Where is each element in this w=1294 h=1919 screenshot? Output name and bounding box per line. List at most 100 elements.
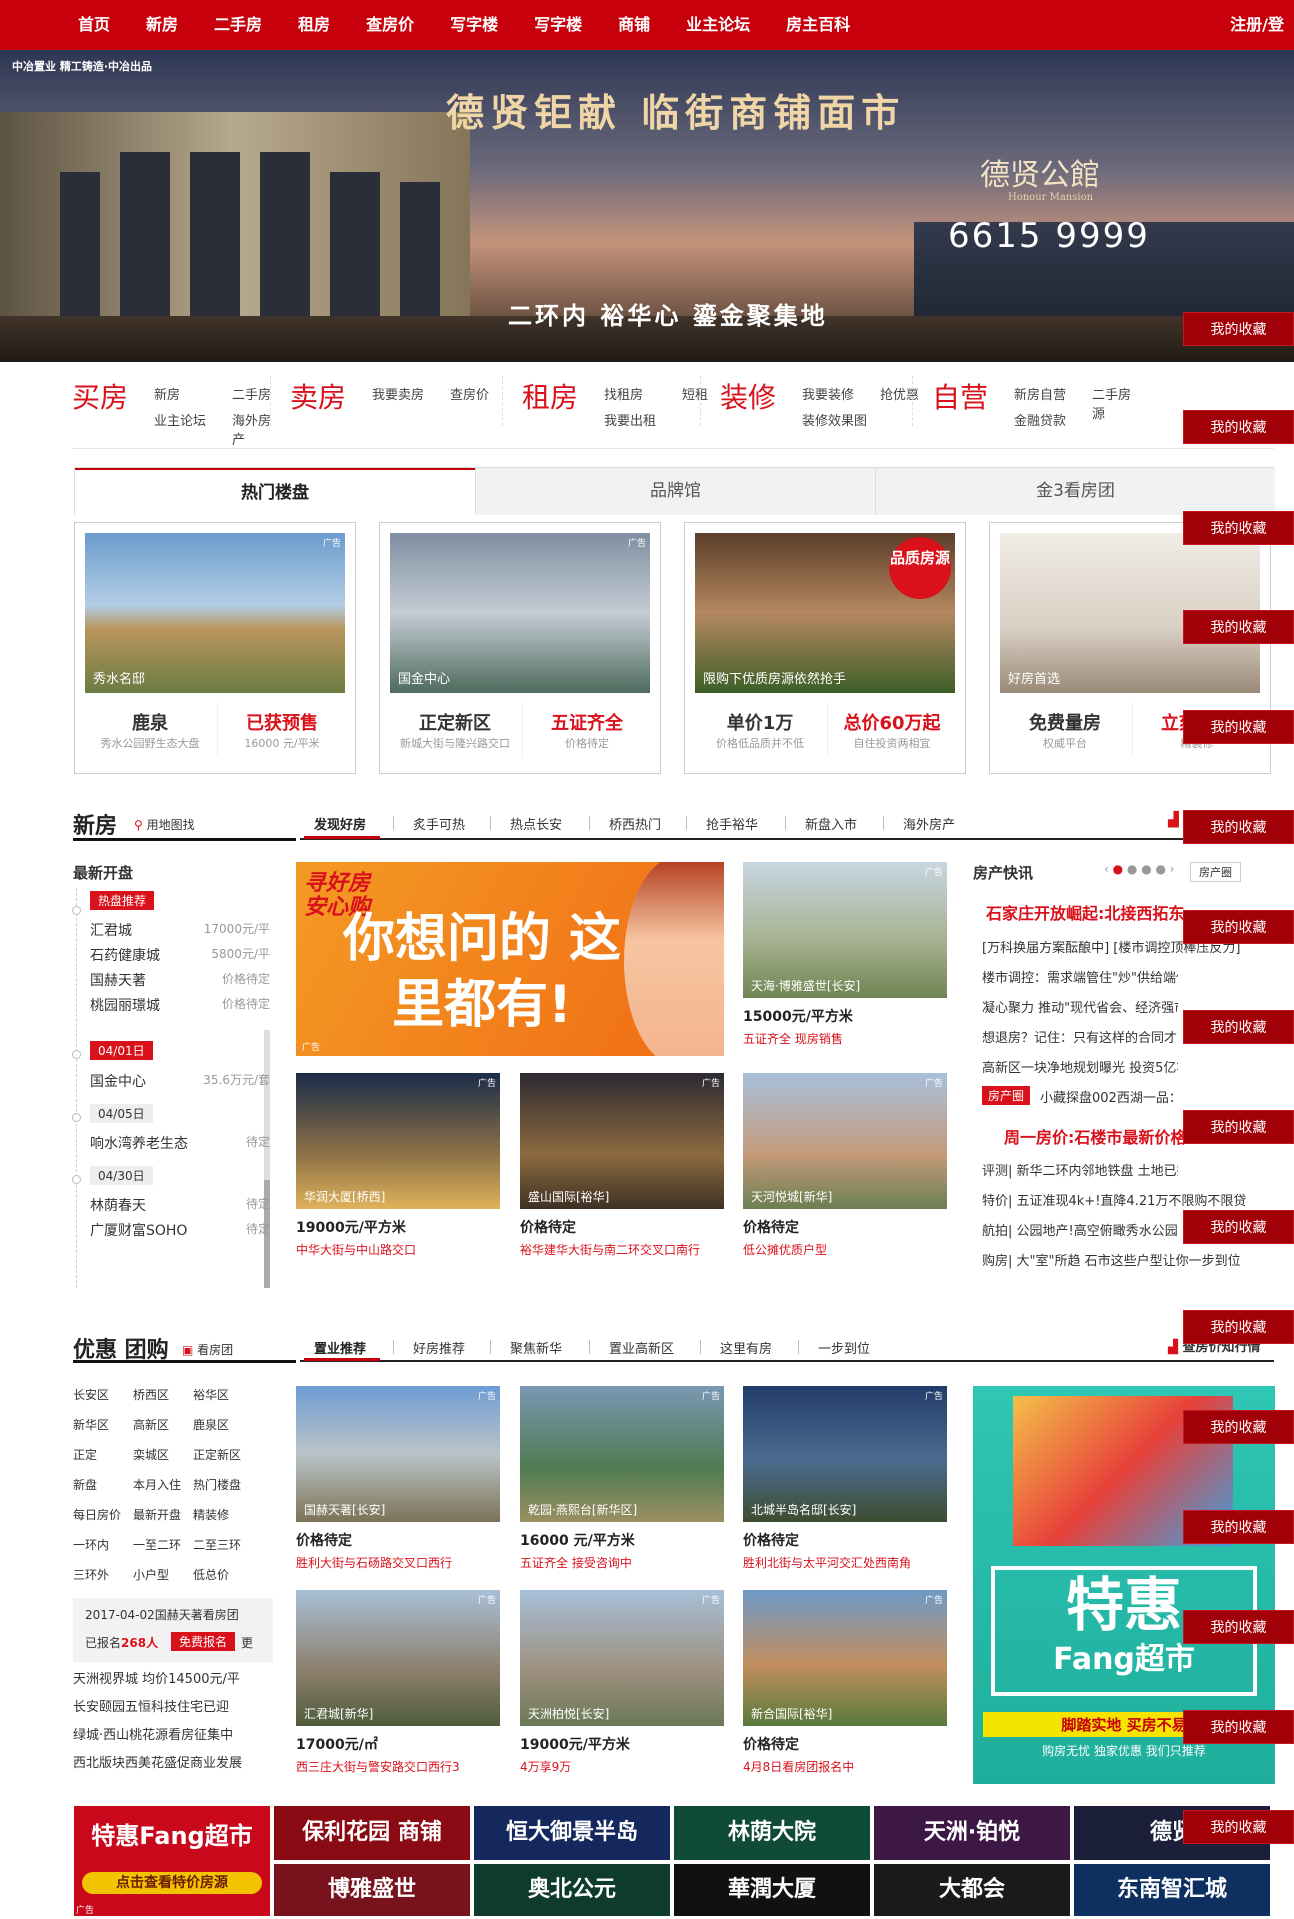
area-link[interactable]: 小户型 xyxy=(133,1566,169,1583)
category-link[interactable]: 海外房产 xyxy=(232,410,282,448)
category-link[interactable]: 我要出租 xyxy=(604,410,656,429)
property-image[interactable]: 广告 天洲柏悦[长安] xyxy=(520,1590,724,1726)
hot-card[interactable]: 广告 秀水名邸 鹿泉 秀水公园野生态大盘 已获预售 16000 元/平米 xyxy=(74,522,356,774)
list-item[interactable]: 林荫春天 待定 xyxy=(90,1195,270,1215)
my-favorites-button[interactable]: 我的收藏 xyxy=(1183,710,1294,744)
property-image[interactable]: 品质房源 限购下优质房源依然抢手 xyxy=(695,533,955,693)
category-link[interactable]: 金融贷款 xyxy=(1014,410,1066,429)
tab-deals-5[interactable]: 一步到位 xyxy=(818,1338,870,1357)
tab-tour[interactable]: 金3看房团 xyxy=(875,468,1275,515)
tour-link[interactable]: ▣ 看房团 xyxy=(182,1341,233,1358)
news-item[interactable]: 购房| 大"室"所趋 石市这些户型让你一步到位 xyxy=(982,1250,1280,1269)
my-favorites-button[interactable]: 我的收藏 xyxy=(1183,1310,1294,1344)
area-link[interactable]: 新华区 xyxy=(73,1416,109,1433)
tab-deals-4[interactable]: 这里有房 xyxy=(720,1338,772,1357)
promo-ad[interactable]: 寻好房 安心购 你想问的 这里都有! 广告 xyxy=(296,862,724,1056)
nav-item-1[interactable]: 新房 xyxy=(128,0,196,50)
category-link[interactable]: 新房自营 xyxy=(1014,384,1066,403)
my-favorites-button[interactable]: 我的收藏 xyxy=(1183,511,1294,545)
signup-button[interactable]: 免费报名 xyxy=(171,1632,236,1651)
more-link[interactable]: 更 xyxy=(241,1634,253,1651)
property-image[interactable]: 广告 汇君城[新华] xyxy=(296,1590,500,1726)
area-link[interactable]: 热门楼盘 xyxy=(193,1476,241,1493)
partner-logo[interactable]: 东南智汇城 xyxy=(1074,1864,1270,1916)
my-favorites-button[interactable]: 我的收藏 xyxy=(1183,1510,1294,1544)
nav-item-0[interactable]: 首页 xyxy=(60,0,128,50)
area-link[interactable]: 鹿泉区 xyxy=(193,1416,229,1433)
area-link[interactable]: 每日房价 xyxy=(73,1506,121,1523)
category-link[interactable]: 业主论坛 xyxy=(154,410,206,429)
news-circle-button[interactable]: 房产圈 xyxy=(1190,862,1241,882)
area-link[interactable]: 新盘 xyxy=(73,1476,97,1493)
my-favorites-button[interactable]: 我的收藏 xyxy=(1183,312,1294,346)
partner-logo[interactable]: 特惠Fang超市 点击查看特价房源 xyxy=(74,1806,270,1916)
property-image[interactable]: 广告 天河悦城[新华] xyxy=(743,1073,947,1209)
area-link[interactable]: 一至二环 xyxy=(133,1536,181,1553)
my-favorites-button[interactable]: 我的收藏 xyxy=(1183,1010,1294,1044)
nav-item-7[interactable]: 商铺 xyxy=(600,0,668,50)
tab-newhouse-0[interactable]: 发现好房 xyxy=(314,814,366,833)
deal-link[interactable]: 绿城·西山桃花源看房征集中 xyxy=(73,1724,273,1743)
category-link[interactable]: 新房 xyxy=(154,384,180,403)
tab-newhouse-2[interactable]: 热点长安 xyxy=(510,814,562,833)
property-image[interactable]: 广告 国赫天著[长安] xyxy=(296,1386,500,1522)
news-headline-2[interactable]: 周一房价:石楼市最新价格 xyxy=(1004,1124,1184,1148)
nav-item-2[interactable]: 二手房 xyxy=(196,0,280,50)
my-favorites-button[interactable]: 我的收藏 xyxy=(1183,1210,1294,1244)
partner-logo[interactable]: 奥北公元 xyxy=(474,1864,670,1916)
category-title[interactable]: 自营 xyxy=(932,376,988,416)
area-link[interactable]: 高新区 xyxy=(133,1416,169,1433)
nav-item-8[interactable]: 业主论坛 xyxy=(668,0,768,50)
nav-item-6[interactable]: 写字楼 xyxy=(516,0,600,50)
my-favorites-button[interactable]: 我的收藏 xyxy=(1183,810,1294,844)
news-pager[interactable]: ‹ ● ● ● ● › xyxy=(1104,862,1175,876)
list-item[interactable]: 国金中心 35.6万元/套 xyxy=(90,1071,270,1091)
tab-hot[interactable]: 热门楼盘 xyxy=(75,468,475,515)
area-link[interactable]: 正定 xyxy=(73,1446,97,1463)
my-favorites-button[interactable]: 我的收藏 xyxy=(1183,410,1294,444)
tab-deals-3[interactable]: 置业高新区 xyxy=(609,1338,674,1357)
my-favorites-button[interactable]: 我的收藏 xyxy=(1183,1810,1294,1844)
list-item[interactable]: 响水湾养老生态 待定 xyxy=(90,1133,270,1153)
property-image[interactable]: 广告 北城半岛名邸[长安] xyxy=(743,1386,947,1522)
category-link[interactable]: 我要卖房 xyxy=(372,384,424,403)
list-item[interactable]: 国赫天著 价格待定 xyxy=(90,970,270,990)
deal-link[interactable]: 长安颐园五恒科技住宅已迎 xyxy=(73,1696,273,1715)
news-item[interactable]: 高新区一块净地规划曝光 投资5亿将建7栋住宅 xyxy=(982,1057,1178,1076)
my-favorites-button[interactable]: 我的收藏 xyxy=(1183,1610,1294,1644)
tab-deals-2[interactable]: 聚焦新华 xyxy=(510,1338,562,1357)
partner-logo[interactable]: 大都会 xyxy=(874,1864,1070,1916)
my-favorites-button[interactable]: 我的收藏 xyxy=(1183,1110,1294,1144)
area-link[interactable]: 正定新区 xyxy=(193,1446,241,1463)
hot-card[interactable]: 广告 国金中心 正定新区 新城大街与隆兴路交口 五证齐全 价格待定 xyxy=(379,522,661,774)
my-favorites-button[interactable]: 我的收藏 xyxy=(1183,610,1294,644)
category-link[interactable]: 查房价 xyxy=(450,384,489,403)
partner-logo[interactable]: 華潤大厦 xyxy=(674,1864,870,1916)
area-link[interactable]: 精装修 xyxy=(193,1506,229,1523)
news-item[interactable]: 航拍| 公园地产!高空俯瞰秀水公园新进展 xyxy=(982,1220,1178,1239)
property-image[interactable]: 广告 乾园·燕熙台[新华区] xyxy=(520,1386,724,1522)
my-favorites-button[interactable]: 我的收藏 xyxy=(1183,910,1294,944)
news-item[interactable]: 评测| 新华二环内邻地铁盘 土地已摘牌引关注 xyxy=(982,1160,1178,1179)
nav-item-3[interactable]: 租房 xyxy=(280,0,348,50)
area-link[interactable]: 一环内 xyxy=(73,1536,109,1553)
property-image[interactable]: 广告 盛山国际[裕华] xyxy=(520,1073,724,1209)
category-link[interactable]: 找租房 xyxy=(604,384,643,403)
partner-logo[interactable]: 天洲·铂悦 xyxy=(874,1806,1070,1860)
category-link[interactable]: 二手房源 xyxy=(1092,384,1142,422)
list-item[interactable]: 石药健康城 5800元/平 xyxy=(90,945,270,965)
tab-deals-0[interactable]: 置业推荐 xyxy=(314,1338,366,1357)
news-item[interactable]: 特价| 五证准现4k+!直降4.21万不限购不限贷 xyxy=(982,1190,1280,1209)
news-item[interactable]: 凝心聚力 推动"现代省会、经济强市"建设 xyxy=(982,997,1178,1016)
area-link[interactable]: 裕华区 xyxy=(193,1386,229,1403)
category-title[interactable]: 卖房 xyxy=(290,376,346,416)
category-title[interactable]: 买房 xyxy=(72,376,128,416)
property-image[interactable]: 广告 天海·博雅盛世[长安] xyxy=(743,862,947,998)
category-title[interactable]: 租房 xyxy=(522,376,578,416)
news-item[interactable]: 想退房？记住：只有这样的合同才能退 xyxy=(982,1027,1178,1046)
hot-card[interactable]: 品质房源 限购下优质房源依然抢手 单价1万 价格低品质并不低 总价60万起 自住投资两相宜 xyxy=(684,522,966,774)
banner-ad[interactable]: 中冶置业 精工铸造·中冶出品 德贤钜献 临街商铺面市 德贤公館 Honour M… xyxy=(0,50,1294,362)
property-image[interactable]: 广告 新合国际[裕华] xyxy=(743,1590,947,1726)
list-item[interactable]: 广厦财富SOHO 待定 xyxy=(90,1220,270,1240)
partner-logo[interactable]: 博雅盛世 xyxy=(274,1864,470,1916)
